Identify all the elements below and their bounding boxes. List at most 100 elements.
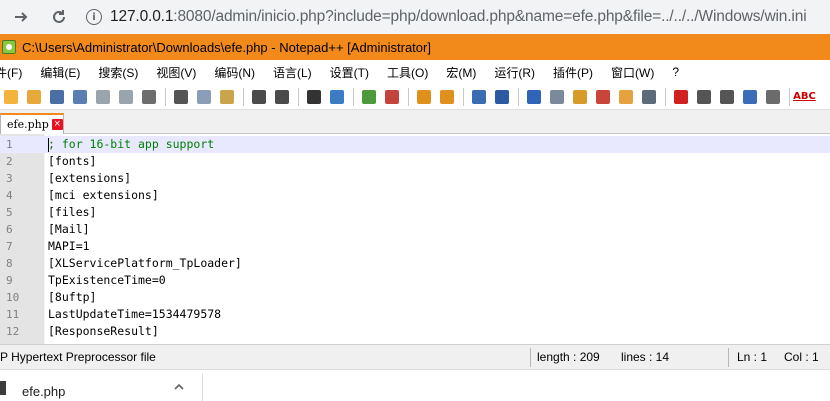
line-number: 12 bbox=[6, 325, 20, 338]
save-icon[interactable] bbox=[46, 87, 67, 107]
new-file-icon[interactable] bbox=[0, 87, 21, 107]
doc-map-icon[interactable] bbox=[569, 87, 590, 107]
spell-check-icon[interactable]: ABC bbox=[793, 87, 816, 107]
line-number: 3 bbox=[6, 172, 13, 185]
zoom-in-icon[interactable] bbox=[358, 87, 379, 107]
line-number: 2 bbox=[6, 155, 13, 168]
download-bar: efe.php bbox=[0, 369, 830, 401]
line-text: MAPI=1 bbox=[48, 239, 90, 253]
menu-item[interactable]: 窗口(W) bbox=[602, 64, 663, 81]
function-list-icon[interactable] bbox=[592, 87, 613, 107]
notepad-title-bar: C:\Users\Administrator\Downloads\efe.php… bbox=[0, 34, 830, 60]
editor-line[interactable]: 7 MAPI=1 bbox=[0, 238, 830, 255]
editor-line[interactable]: 8 [XLServicePlatform_TpLoader] bbox=[0, 255, 830, 272]
editor-line[interactable]: 3 [extensions] bbox=[0, 170, 830, 187]
editor-line[interactable]: 2 [fonts] bbox=[0, 153, 830, 170]
editor-line[interactable]: 5 [files] bbox=[0, 204, 830, 221]
line-text: [ResponseResult] bbox=[48, 324, 159, 338]
menu-item[interactable]: 编辑(E) bbox=[31, 64, 89, 81]
menu-item[interactable]: 语言(L) bbox=[264, 64, 321, 81]
close-icon[interactable] bbox=[92, 87, 113, 107]
notepadpp-logo-icon bbox=[2, 40, 16, 54]
user-language-icon[interactable] bbox=[546, 87, 567, 107]
status-lines: lines : 14 bbox=[621, 350, 670, 364]
editor-line[interactable]: 1 ; for 16-bit app support bbox=[0, 136, 830, 153]
menu-item[interactable]: 设置(T) bbox=[321, 64, 378, 81]
menu-item[interactable]: 运行(R) bbox=[485, 64, 544, 81]
line-number: 6 bbox=[6, 223, 13, 236]
browser-address-bar: i 127.0.0.1:8080/admin/inicio.php?includ… bbox=[0, 0, 830, 34]
indent-guide-icon[interactable] bbox=[523, 87, 544, 107]
editor-line[interactable]: 4 [mci extensions] bbox=[0, 187, 830, 204]
download-file-name[interactable]: efe.php bbox=[22, 384, 65, 399]
menu-item[interactable]: 宏(M) bbox=[437, 64, 485, 81]
status-ln: Ln : 1 bbox=[737, 350, 768, 364]
toolbar: ABC bbox=[0, 84, 830, 110]
line-text: ; for 16-bit app support bbox=[48, 137, 215, 151]
close-all-icon[interactable] bbox=[115, 87, 136, 107]
zoom-out-icon[interactable] bbox=[381, 87, 402, 107]
toolbar-separator bbox=[243, 87, 244, 106]
url-host: 127.0.0.1 bbox=[110, 8, 174, 25]
sync-horizontal-icon[interactable] bbox=[436, 87, 457, 107]
toolbar-separator bbox=[298, 87, 299, 106]
editor-line[interactable]: 12 [ResponseResult] bbox=[0, 323, 830, 340]
menu-item[interactable]: 编码(N) bbox=[205, 64, 264, 81]
status-col: Col : 1 bbox=[784, 350, 819, 364]
menu-bar: 件(F) 编辑(E) 搜索(S) 视图(V) 编码(N) 语言(L) 设置(T) 工具(O) 宏… bbox=[0, 60, 830, 84]
editor-line[interactable]: 9 TpExistenceTime=0 bbox=[0, 272, 830, 289]
download-divider bbox=[202, 374, 203, 401]
record-macro-icon[interactable] bbox=[670, 87, 691, 107]
word-wrap-icon[interactable] bbox=[468, 87, 489, 107]
print-icon[interactable] bbox=[138, 87, 159, 107]
status-divider bbox=[728, 348, 729, 367]
menu-item[interactable]: 工具(O) bbox=[378, 64, 437, 81]
editor-area[interactable]: 1 ; for 16-bit app support 2 [fonts] 3 [exten… bbox=[0, 134, 830, 344]
file-icon bbox=[0, 381, 6, 395]
editor-line[interactable]: 10 [8uftp] bbox=[0, 289, 830, 306]
save-macro-icon[interactable] bbox=[762, 87, 783, 107]
url-field[interactable]: 127.0.0.1:8080/admin/inicio.php?include=… bbox=[110, 8, 807, 26]
cut-icon[interactable] bbox=[170, 87, 191, 107]
menu-item[interactable]: ? bbox=[663, 65, 688, 79]
reload-icon[interactable] bbox=[46, 4, 72, 30]
toolbar-separator bbox=[518, 87, 519, 106]
undo-icon[interactable] bbox=[248, 87, 269, 107]
line-text: [extensions] bbox=[48, 171, 132, 185]
stop-record-icon[interactable] bbox=[693, 87, 714, 107]
tab-label: efe.php bbox=[7, 118, 49, 131]
forward-arrow-icon[interactable] bbox=[8, 4, 34, 30]
show-all-chars-icon[interactable] bbox=[491, 87, 512, 107]
line-number: 1 bbox=[6, 138, 13, 151]
chevron-up-icon[interactable] bbox=[172, 380, 186, 394]
site-info-icon[interactable]: i bbox=[86, 9, 102, 25]
url-path: :8080/admin/inicio.php?include=php/downl… bbox=[173, 8, 807, 25]
editor-line[interactable]: 6 [Mail] bbox=[0, 221, 830, 238]
monitoring-icon[interactable] bbox=[638, 87, 659, 107]
menu-item[interactable]: 件(F) bbox=[0, 64, 31, 81]
status-length: length : 209 bbox=[537, 350, 600, 364]
redo-icon[interactable] bbox=[271, 87, 292, 107]
tab-close-icon[interactable]: × bbox=[51, 119, 63, 130]
menu-item[interactable]: 插件(P) bbox=[544, 64, 602, 81]
run-macro-multiple-icon[interactable] bbox=[739, 87, 760, 107]
find-icon[interactable] bbox=[303, 87, 324, 107]
editor-line[interactable]: 11 LastUpdateTime=1534479578 bbox=[0, 306, 830, 323]
line-text: [files] bbox=[48, 205, 97, 219]
line-number: 7 bbox=[6, 240, 13, 253]
menu-item[interactable]: 搜索(S) bbox=[89, 64, 147, 81]
paste-icon[interactable] bbox=[216, 87, 237, 107]
play-macro-icon[interactable] bbox=[716, 87, 737, 107]
folder-workspace-icon[interactable] bbox=[615, 87, 636, 107]
tab-efe-php[interactable]: efe.php × bbox=[0, 113, 64, 134]
menu-item[interactable]: 视图(V) bbox=[147, 64, 205, 81]
line-number: 5 bbox=[6, 206, 13, 219]
copy-icon[interactable] bbox=[193, 87, 214, 107]
line-number: 4 bbox=[6, 189, 13, 202]
status-bar: P Hypertext Preprocessor file length : 2… bbox=[0, 344, 830, 369]
save-all-icon[interactable] bbox=[69, 87, 90, 107]
line-text: [8uftp] bbox=[48, 290, 97, 304]
open-file-icon[interactable] bbox=[23, 87, 44, 107]
sync-vertical-icon[interactable] bbox=[413, 87, 434, 107]
replace-icon[interactable] bbox=[326, 87, 347, 107]
